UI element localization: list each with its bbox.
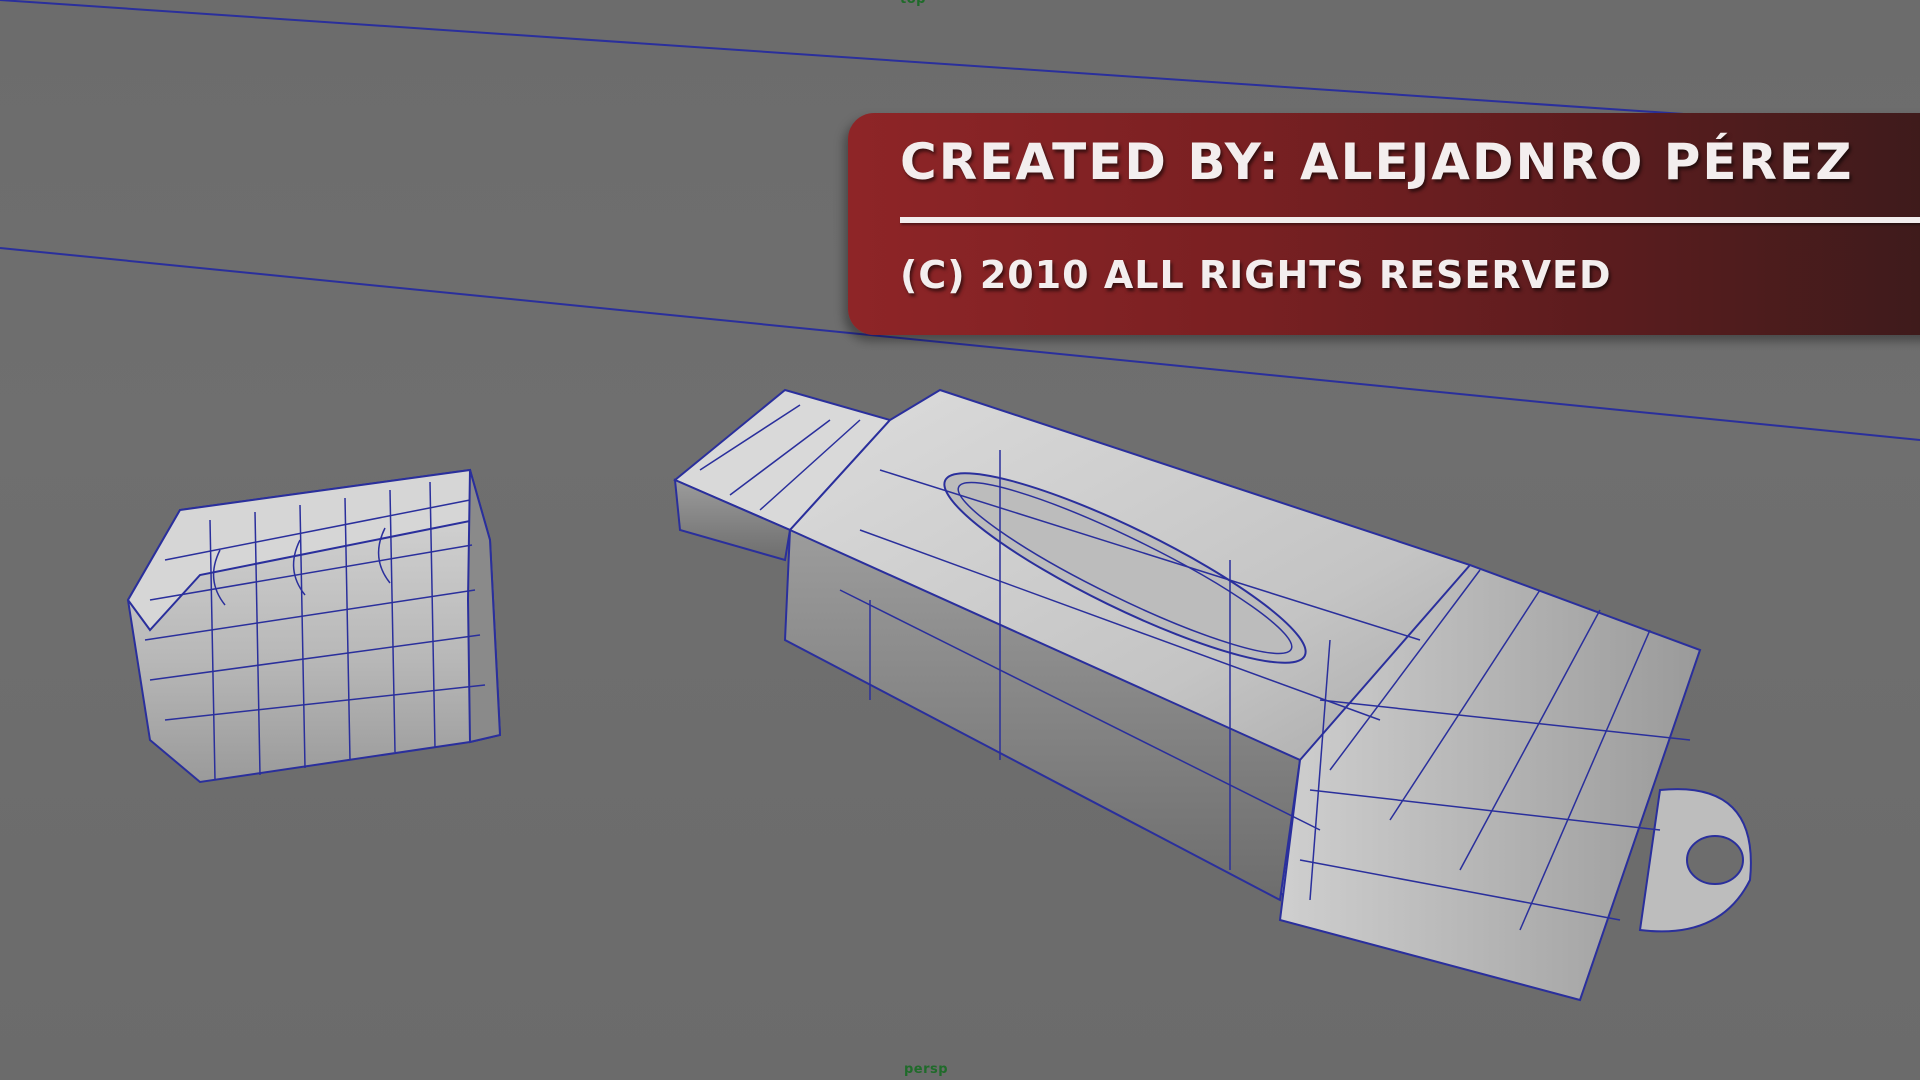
maya-perspective-viewport[interactable]: top persp CREATED BY: ALEJADNRO PÉREZ (C… bbox=[0, 0, 1920, 1080]
camera-name-label: top bbox=[900, 0, 926, 7]
usb-body-model bbox=[673, 388, 1752, 1002]
banner-divider bbox=[900, 217, 1920, 223]
camera-view-label: persp bbox=[904, 1062, 949, 1077]
grid-line bbox=[0, 0, 1920, 131]
copyright-notice: (C) 2010 ALL RIGHTS RESERVED bbox=[900, 253, 1612, 297]
usb-cap-model bbox=[126, 468, 502, 784]
credit-title: CREATED BY: ALEJADNRO PÉREZ bbox=[900, 133, 1854, 191]
credit-banner: CREATED BY: ALEJADNRO PÉREZ (C) 2010 ALL… bbox=[848, 113, 1920, 335]
